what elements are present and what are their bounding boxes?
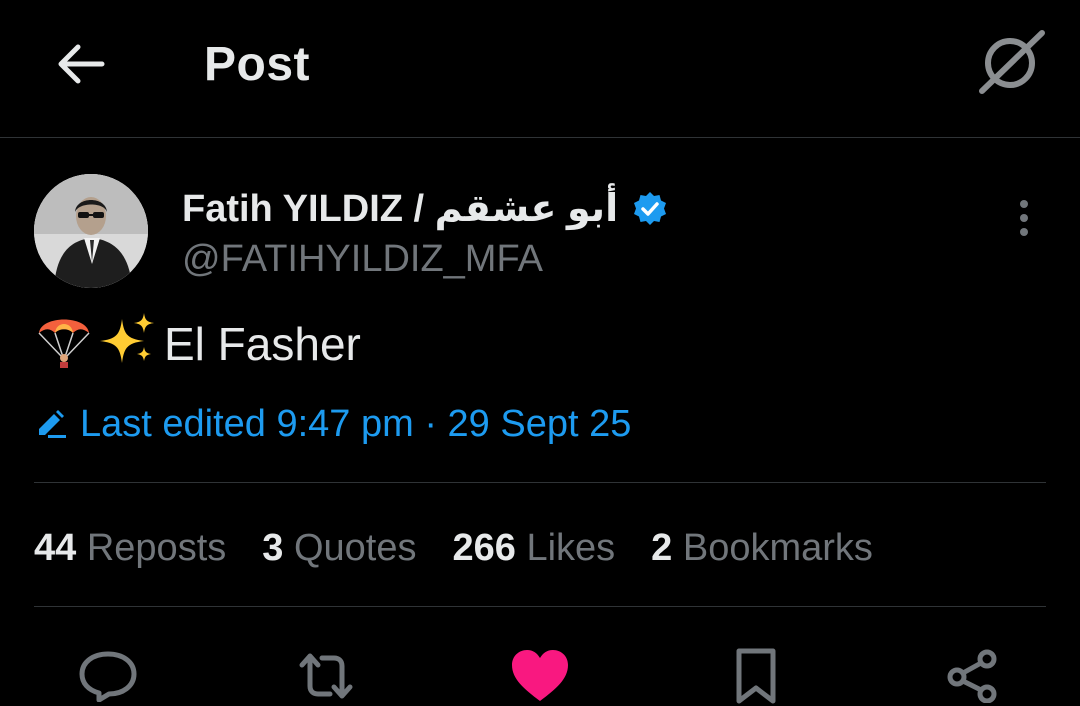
stat-quotes[interactable]: 3 Quotes <box>262 527 416 570</box>
stat-reposts[interactable]: 44 Reposts <box>34 527 226 570</box>
stat-count: 44 <box>34 526 77 569</box>
repost-button[interactable] <box>296 646 356 706</box>
last-edited-link[interactable]: Last edited 9:47 pm · 29 Sept 25 <box>36 398 631 450</box>
author-name[interactable]: Fatih YILDIZ / أبو عشقم <box>182 186 668 232</box>
share-button[interactable] <box>942 646 1002 706</box>
author-name-text: Fatih YILDIZ / أبو عشقم <box>182 188 619 230</box>
verified-badge-icon <box>634 192 667 225</box>
divider <box>34 606 1046 607</box>
divider <box>34 482 1046 483</box>
avatar[interactable] <box>34 174 148 288</box>
stat-count: 266 <box>452 526 516 569</box>
last-edited-text: Last edited 9:47 pm · 29 Sept 25 <box>80 402 632 445</box>
parachute-icon <box>38 319 90 368</box>
top-bar: Post <box>0 0 1080 138</box>
bookmark-button[interactable] <box>726 646 786 706</box>
more-options-button[interactable] <box>1002 196 1046 240</box>
avatar-photo <box>34 174 148 288</box>
post-text-content: El Fasher <box>164 318 361 370</box>
share-icon <box>947 649 997 703</box>
heart-icon <box>512 650 568 701</box>
bookmark-icon <box>736 648 776 704</box>
sparkles-emoji <box>100 311 156 378</box>
back-button[interactable] <box>50 36 110 92</box>
reply-icon <box>79 651 137 702</box>
stat-likes[interactable]: 266 Likes <box>452 527 615 570</box>
reply-button[interactable] <box>78 646 138 706</box>
stat-bookmarks[interactable]: 2 Bookmarks <box>651 527 873 570</box>
grok-icon <box>979 30 1045 94</box>
stat-count: 3 <box>262 526 284 569</box>
sparkles-icon <box>100 312 154 363</box>
stat-label: Quotes <box>293 526 417 569</box>
stat-count: 2 <box>651 526 673 569</box>
grok-button[interactable] <box>972 26 1050 98</box>
page-title: Post <box>204 38 311 91</box>
parachute-emoji <box>36 309 92 380</box>
repost-icon <box>299 653 353 699</box>
author-handle[interactable]: @FATIHYILDIZ_MFA <box>182 236 543 282</box>
stat-label: Bookmarks <box>682 526 873 569</box>
stat-label: Reposts <box>86 526 227 569</box>
more-vertical-icon <box>1020 200 1028 236</box>
stat-label: Likes <box>526 526 616 569</box>
post-stats: 44 Reposts 3 Quotes 266 Likes 2 Bookmark… <box>34 522 909 574</box>
pencil-icon <box>36 409 68 439</box>
arrow-left-icon <box>58 44 105 84</box>
like-button[interactable] <box>510 646 570 706</box>
post-text: El Fasher <box>36 312 361 374</box>
